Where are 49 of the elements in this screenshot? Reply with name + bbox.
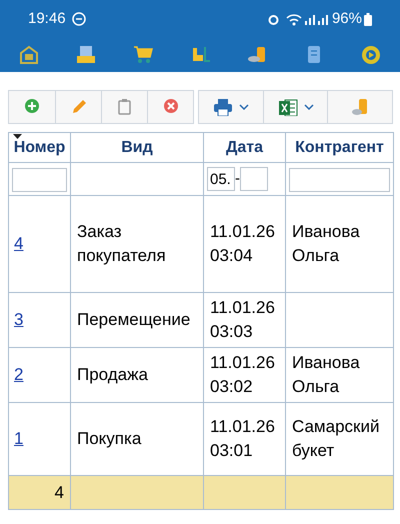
wifi-icon xyxy=(286,12,302,26)
column-header[interactable]: Вид xyxy=(70,132,204,162)
document-number-link[interactable]: 2 xyxy=(14,365,24,384)
date-separator: - xyxy=(235,168,240,189)
column-header[interactable]: Контрагент xyxy=(286,132,394,162)
spreadsheet-icon xyxy=(278,98,298,116)
gear-icon[interactable] xyxy=(360,44,382,66)
column-header[interactable]: Номер xyxy=(8,132,70,162)
battery-percent: 96% xyxy=(332,8,362,29)
clipboard-icon xyxy=(116,98,132,116)
date-to-field[interactable] xyxy=(240,167,268,191)
row-count: 4 xyxy=(54,482,64,502)
document-date: 11.01.26 xyxy=(210,416,276,438)
document-number-link[interactable]: 4 xyxy=(14,234,24,254)
do-not-disturb-icon xyxy=(72,12,86,26)
document-type: Перемещение xyxy=(77,310,190,329)
document-date: 11.01.26 xyxy=(210,297,276,319)
counterparty-filter-field[interactable] xyxy=(289,168,390,192)
home-icon[interactable] xyxy=(18,44,40,66)
document-time: 03:04 xyxy=(210,245,254,267)
counterparty-name: Иванова Ольга xyxy=(292,222,360,265)
sort-indicator-icon xyxy=(13,134,22,139)
add-icon xyxy=(24,98,40,116)
document-type: Продажа xyxy=(77,365,148,384)
counterparty-name: Иванова Ольга xyxy=(292,353,360,396)
document-number-link[interactable]: 1 xyxy=(14,429,24,448)
printer-icon xyxy=(212,98,233,116)
battery-icon xyxy=(364,12,372,26)
document-time: 03:01 xyxy=(210,440,254,462)
status-time: 19:46 xyxy=(28,8,66,29)
signal-icon xyxy=(304,13,315,25)
delete-icon xyxy=(162,98,178,116)
document-date: 11.01.26 xyxy=(210,352,276,374)
document-number-link[interactable]: 3 xyxy=(14,310,24,330)
cart-icon[interactable] xyxy=(132,44,154,66)
number-filter-field[interactable] xyxy=(12,168,67,192)
date-from-field[interactable]: 05. xyxy=(207,167,235,191)
document-date: 11.01.26 xyxy=(210,221,276,243)
document-time: 03:02 xyxy=(210,376,254,398)
chevron-down-icon xyxy=(304,104,314,110)
document-type: Покупка xyxy=(77,429,142,448)
chevron-down-icon xyxy=(238,104,249,110)
inbox-tray-icon[interactable] xyxy=(75,44,97,66)
document-time: 03:03 xyxy=(210,321,254,343)
document-type: Заказ покупателя xyxy=(77,222,166,265)
column-header[interactable]: Дата xyxy=(204,132,286,162)
counterparty-name: Самарский букет xyxy=(292,417,380,460)
signal-icon xyxy=(318,13,328,25)
coins-icon xyxy=(351,98,370,116)
